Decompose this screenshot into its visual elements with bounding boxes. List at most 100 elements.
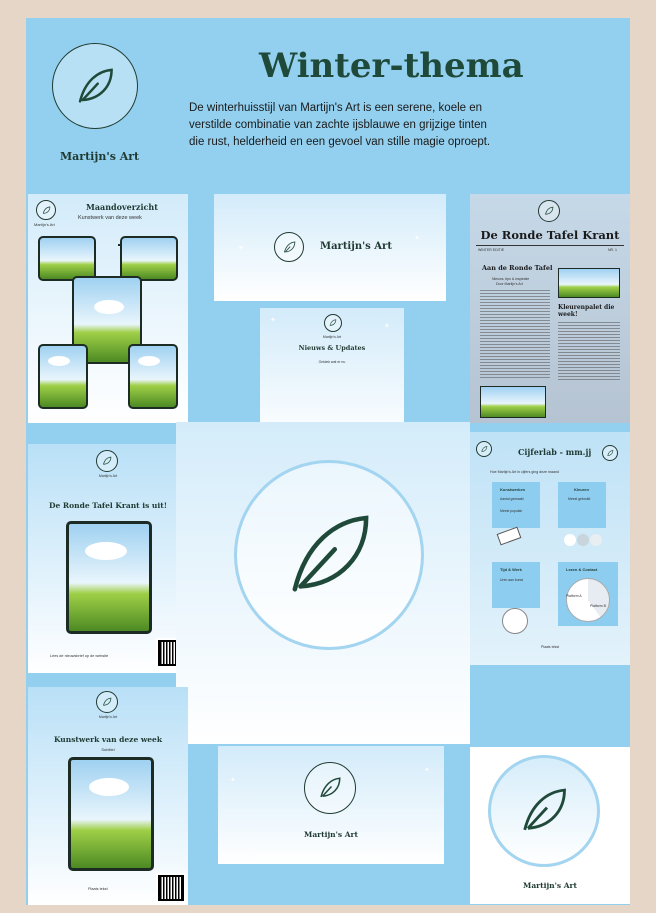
banner-logo: [274, 232, 304, 262]
post-footer: Lees de nieuwsbrief op de website: [50, 654, 109, 658]
card-maandoverzicht: Martijn's Art Maandoverzicht Kunstwerk v…: [28, 194, 188, 423]
krant-image-bottom: [480, 386, 546, 418]
tablet-top-left: [38, 236, 96, 281]
week-logo: [96, 691, 118, 713]
cijfer-logo-right: [602, 445, 618, 461]
small-logo: [36, 200, 56, 220]
b1-line1: Aantal gemaakt: [500, 497, 524, 501]
small-brand: Martijn's Art: [34, 222, 55, 227]
krant-edition: WINTER EDITIE: [478, 248, 505, 252]
b2-line1: Meest gebruikt: [568, 497, 591, 501]
krant-article-sub2: Door Martijn's Art: [496, 282, 523, 286]
color-swatch: [577, 534, 589, 546]
bottom-logo: [304, 762, 356, 814]
nieuws-logo: [324, 314, 342, 332]
krant-logo: [538, 200, 560, 222]
bottom-banner-name: Martijn's Art: [304, 830, 358, 839]
krant-article-title: Aan de Ronde Tafel: [482, 264, 553, 272]
card-cijferlab: Cijferlab - mm.jj Hoe Martijn's Art in c…: [470, 432, 630, 665]
nieuws-title: Nieuws & Updates: [298, 344, 366, 352]
cijfer-title: Cijferlab - mm.jj: [518, 447, 592, 457]
pie-chart-icon: [566, 578, 610, 622]
description-line-1: De winterhuisstijl van Martijn's Art is …: [189, 102, 483, 114]
logo-badge: [52, 43, 138, 129]
tablet-bottom-left: [38, 344, 88, 409]
b3-line1: Uren aan kunst: [500, 578, 523, 582]
leaf-icon: [523, 788, 567, 831]
card-big-logo: [176, 422, 470, 744]
post-tablet: [66, 521, 152, 634]
card-round-logo: Martijn's Art: [470, 747, 630, 904]
tablet-top-right: [120, 236, 178, 281]
leaf-icon: [283, 241, 295, 253]
post-title: De Ronde Tafel Krant is uit!: [49, 501, 167, 510]
round-logo-name: Martijn's Art: [523, 881, 577, 890]
sparkle-icon: ✦: [414, 235, 420, 242]
leaf-icon: [78, 68, 113, 103]
sparkle-icon: ✦: [230, 777, 236, 784]
b1-title: Kunstwerken: [500, 487, 526, 492]
leaf-icon: [329, 319, 337, 326]
maand-title: Maandoverzicht: [86, 202, 158, 212]
big-logo: [234, 460, 424, 650]
card-krant-post: Martijn's Art De Ronde Tafel Krant is ui…: [28, 444, 188, 673]
cloud-icon: [138, 356, 160, 366]
qr-code-icon: [156, 873, 186, 903]
week-title: Kunstwerk van deze week: [53, 735, 163, 744]
week-subtitle: Subtitel: [101, 747, 115, 752]
cloud-icon: [94, 300, 124, 314]
small-brand: Martijn's Art: [98, 715, 118, 719]
leaf-icon: [292, 515, 369, 592]
b2-title: Kleuren: [574, 487, 589, 492]
leaf-icon: [320, 777, 341, 798]
column-text: [558, 322, 620, 382]
week-footer: Plaats tekst: [88, 887, 108, 891]
krant-title: De Ronde Tafel Krant: [480, 228, 620, 242]
brand-name: Martijn's Art: [60, 150, 140, 163]
b4-line2: Platform B: [590, 604, 606, 608]
b4-line1: Platform A: [566, 594, 582, 598]
page-title: Winter-thema: [259, 46, 524, 86]
week-tablet: [68, 757, 154, 871]
sparkle-icon: ✦: [238, 245, 244, 252]
krant-column-title: Kleurenpalet die week!: [558, 304, 615, 318]
b1-line2: Meest populair: [500, 509, 523, 513]
small-brand: Martijn's Art: [322, 335, 342, 339]
krant-image-top: [558, 268, 620, 298]
leaf-icon: [607, 449, 614, 456]
maand-subtitle: Kunstwerk van deze week: [78, 215, 142, 221]
small-brand: Martijn's Art: [98, 474, 118, 478]
leaf-icon: [481, 445, 488, 452]
card-krant: De Ronde Tafel Krant WINTER EDITIE NR. 1…: [470, 194, 630, 423]
color-swatch: [564, 534, 576, 546]
clock-icon: [502, 608, 528, 634]
b4-title: Lezen & Contact: [566, 567, 598, 572]
round-logo: [488, 755, 600, 867]
cijfer-logo-left: [476, 441, 492, 457]
leaf-icon: [42, 206, 50, 214]
leaf-icon: [545, 206, 554, 215]
sparkle-icon: ✦: [270, 317, 276, 324]
color-swatch: [590, 534, 602, 546]
tablet-bottom-right: [128, 344, 178, 409]
cloud-icon: [89, 778, 129, 796]
description-line-2: verstilde combinatie van zachte ijsblauw…: [189, 119, 487, 131]
sparkle-icon: ✦: [424, 767, 430, 774]
leaf-icon: [103, 697, 112, 706]
card-bottom-banner: Martijn's Art ✦ ✦: [218, 746, 444, 864]
cloud-icon: [85, 542, 127, 560]
nieuws-subtitle: Ontdek wat er nu: [318, 360, 346, 364]
card-illustration: [496, 526, 522, 546]
krant-article-sub1: Nieuws, tips & inspiratie: [492, 277, 530, 281]
card-kunstwerk-week: Martijn's Art Kunstwerk van deze week Su…: [28, 687, 188, 905]
card-banner: Martijn's Art ✦ ✦: [214, 194, 446, 301]
style-sheet: Martijn's Art Winter-thema De winterhuis…: [26, 18, 630, 905]
cijfer-intro: Hoe Martijn's Art in cijfers ging deze m…: [490, 470, 559, 474]
article-text: [480, 290, 550, 380]
post-logo: [96, 450, 118, 472]
b3-title: Tijd & Werk: [500, 567, 522, 572]
sparkle-icon: ✦: [384, 323, 390, 330]
rule: [476, 245, 624, 246]
krant-number: NR. 1: [608, 248, 617, 252]
banner-name: Martijn's Art: [320, 241, 392, 252]
